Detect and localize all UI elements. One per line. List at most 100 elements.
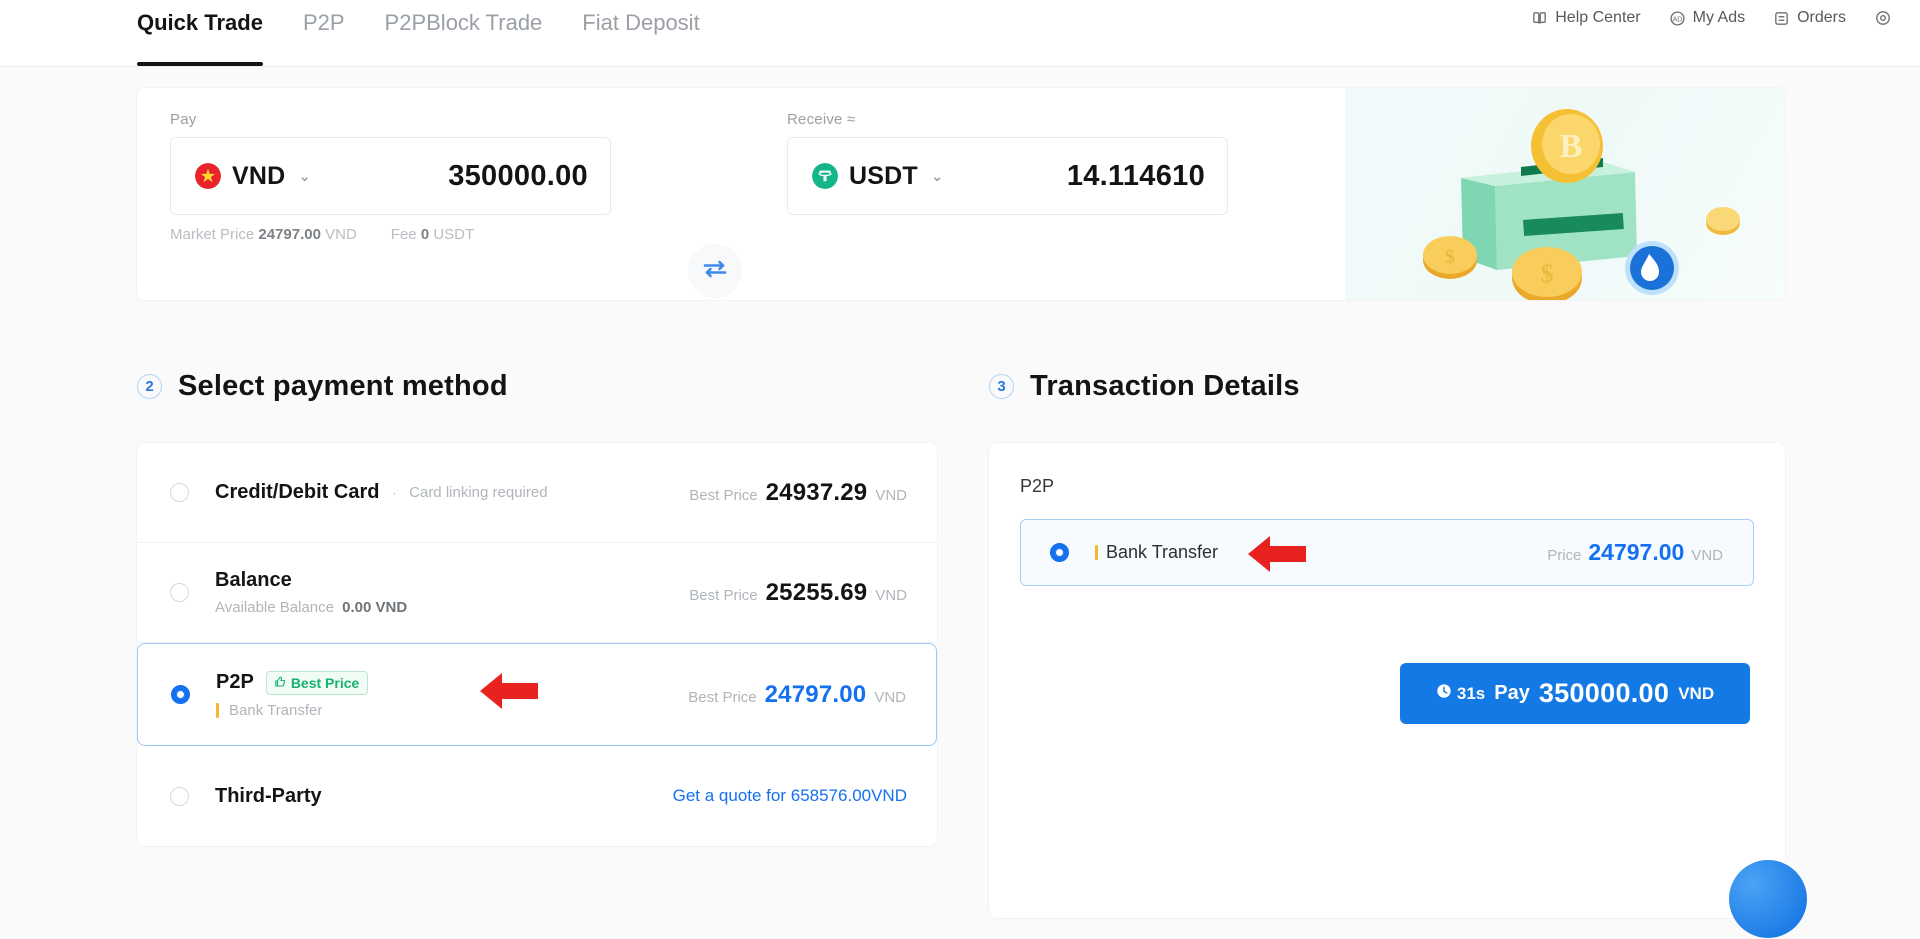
- payment-section-header: 2 Select payment method: [137, 370, 508, 403]
- radio-balance[interactable]: [170, 583, 189, 602]
- badge-label: Best Price: [290, 674, 360, 691]
- price-value: 24937.29: [765, 478, 868, 506]
- book-icon: [1531, 10, 1548, 27]
- bank-marker-icon: [216, 702, 219, 718]
- nav-help-center[interactable]: Help Center: [1531, 9, 1641, 27]
- market-price-info: Market Price 24797.00 VND: [170, 226, 357, 243]
- clock-icon: [1436, 683, 1452, 704]
- fee-value: 0: [420, 226, 430, 243]
- money-box-coins-illustration: B $ $: [1345, 88, 1785, 300]
- tab-label: P2P: [302, 10, 345, 35]
- method-name: P2P: [216, 671, 254, 693]
- radio-credit-debit-card[interactable]: [170, 483, 189, 502]
- nav-my-ads[interactable]: AD My Ads: [1669, 9, 1745, 27]
- swap-currencies-button[interactable]: [688, 244, 742, 298]
- vietnam-flag-icon: [195, 163, 221, 189]
- radio-p2p[interactable]: [171, 685, 190, 704]
- separator-dot: ·: [391, 482, 398, 502]
- payment-method-third-party[interactable]: Third-Party Get a quote for 658576.00VND: [137, 746, 937, 846]
- transaction-method-label: P2P: [1020, 476, 1055, 496]
- pay-amount: 350000.00: [1538, 678, 1670, 708]
- payment-method-credit-debit-card[interactable]: Credit/Debit Card · Card linking require…: [137, 443, 937, 543]
- app-root: Quick Trade P2P P2PBlock Trade Fiat Depo…: [0, 0, 1920, 939]
- price-label: Best Price: [689, 586, 758, 604]
- pay-input-box[interactable]: VND ⌄ 350000.00: [170, 137, 611, 215]
- method-name: Balance: [215, 569, 292, 591]
- radio-third-party[interactable]: [170, 786, 189, 806]
- thumbs-up-icon: [274, 675, 286, 691]
- transaction-offer-bank-transfer[interactable]: Bank Transfer Price 24797.00 VND: [1020, 519, 1754, 586]
- page-title: Select payment method: [178, 370, 508, 402]
- pay-currency-selector[interactable]: VND ⌄: [195, 162, 311, 191]
- tab-quick-trade[interactable]: Quick Trade: [137, 0, 263, 66]
- svg-text:AD: AD: [1672, 15, 1682, 23]
- tether-icon: [812, 163, 838, 189]
- orders-icon: [1773, 10, 1790, 27]
- radio-bank-transfer[interactable]: [1050, 543, 1069, 562]
- step-number-badge: 2: [137, 374, 162, 399]
- nav-right-group: Help Center AD My Ads Orders: [1531, 9, 1892, 27]
- tab-label: P2PBlock Trade: [384, 10, 543, 35]
- payment-timer: 31s: [1436, 683, 1485, 704]
- bank-marker-icon: [1095, 545, 1098, 560]
- price-label: Price: [1547, 547, 1582, 564]
- get-quote-link[interactable]: Get a quote for 658576.00VND: [673, 786, 907, 806]
- available-balance-label: Available Balance: [215, 599, 334, 616]
- fee-unit: USDT: [433, 226, 475, 243]
- price-label: Best Price: [689, 486, 758, 504]
- price-label: Best Price: [688, 688, 757, 706]
- payment-method-p2p[interactable]: P2P Best Price Bank Transfer Best Price …: [137, 643, 937, 746]
- nav-label: My Ads: [1692, 9, 1746, 26]
- price-unit: VND: [875, 586, 907, 604]
- status-badge: Best Price: [265, 670, 369, 695]
- svg-text:$: $: [1445, 246, 1455, 268]
- tab-p2p-block-trade[interactable]: P2PBlock Trade: [385, 0, 543, 66]
- method-note: Card linking required: [409, 484, 548, 501]
- step-number-badge: 3: [989, 374, 1014, 399]
- transaction-section-header: 3 Transaction Details: [989, 370, 1300, 403]
- pay-amount-input[interactable]: 350000.00: [448, 160, 588, 193]
- method-name: Credit/Debit Card: [215, 481, 380, 503]
- payment-method-list: Credit/Debit Card · Card linking require…: [137, 443, 937, 846]
- market-price-value: 24797.00: [258, 226, 321, 243]
- method-name: Third-Party: [215, 784, 322, 807]
- method-price: Best Price 25255.69 VND: [689, 579, 907, 607]
- offer-price: Price 24797.00 VND: [1547, 539, 1723, 566]
- nav-settings[interactable]: [1874, 9, 1892, 27]
- pay-label: Pay: [170, 111, 197, 128]
- quote-meta-row: Market Price 24797.00 VND Fee 0 USDT: [170, 226, 611, 243]
- pay-word: Pay: [1494, 682, 1530, 704]
- receive-label: Receive ≈: [787, 111, 856, 128]
- nav-label: Orders: [1797, 9, 1846, 26]
- section-title: Transaction Details: [1030, 370, 1300, 402]
- tab-p2p[interactable]: P2P: [303, 0, 345, 66]
- gear-icon: [1874, 9, 1892, 27]
- receive-input-box[interactable]: USDT ⌄ 14.114610: [787, 137, 1228, 215]
- main-tabs: Quick Trade P2P P2PBlock Trade Fiat Depo…: [137, 0, 740, 66]
- method-price: Best Price 24797.00 VND: [688, 681, 906, 709]
- payment-method-balance[interactable]: Balance Available Balance 0.00 VND Best …: [137, 543, 937, 643]
- receive-amount-input[interactable]: 14.114610: [1067, 160, 1205, 193]
- price-value: 25255.69: [765, 578, 868, 606]
- market-price-unit: VND: [325, 226, 357, 243]
- price-value: 24797.00: [1588, 539, 1685, 565]
- market-price-label: Market Price: [170, 226, 255, 243]
- offer-name: Bank Transfer: [1106, 542, 1219, 562]
- nav-orders[interactable]: Orders: [1773, 9, 1846, 27]
- tab-label: Fiat Deposit: [582, 10, 700, 35]
- pay-button[interactable]: 31s Pay 350000.00 VND: [1400, 663, 1750, 724]
- chevron-down-icon: ⌄: [298, 168, 311, 185]
- red-arrow-pointing-left-offer: [1246, 533, 1308, 580]
- tab-fiat-deposit[interactable]: Fiat Deposit: [582, 0, 699, 66]
- svg-text:$: $: [1541, 259, 1554, 288]
- swap-arrows-icon: [702, 259, 728, 284]
- available-balance-value: 0.00 VND: [342, 599, 408, 616]
- price-value: 24797.00: [764, 680, 867, 708]
- receive-currency-selector[interactable]: USDT ⌄: [812, 162, 943, 191]
- top-navigation-bar: Quick Trade P2P P2PBlock Trade Fiat Depo…: [0, 0, 1920, 67]
- timer-value: 31s: [1456, 683, 1486, 703]
- tab-label: Quick Trade: [137, 10, 263, 35]
- price-unit: VND: [1691, 547, 1723, 564]
- receive-currency-label: USDT: [849, 161, 918, 190]
- floating-chat-button[interactable]: [1729, 860, 1807, 938]
